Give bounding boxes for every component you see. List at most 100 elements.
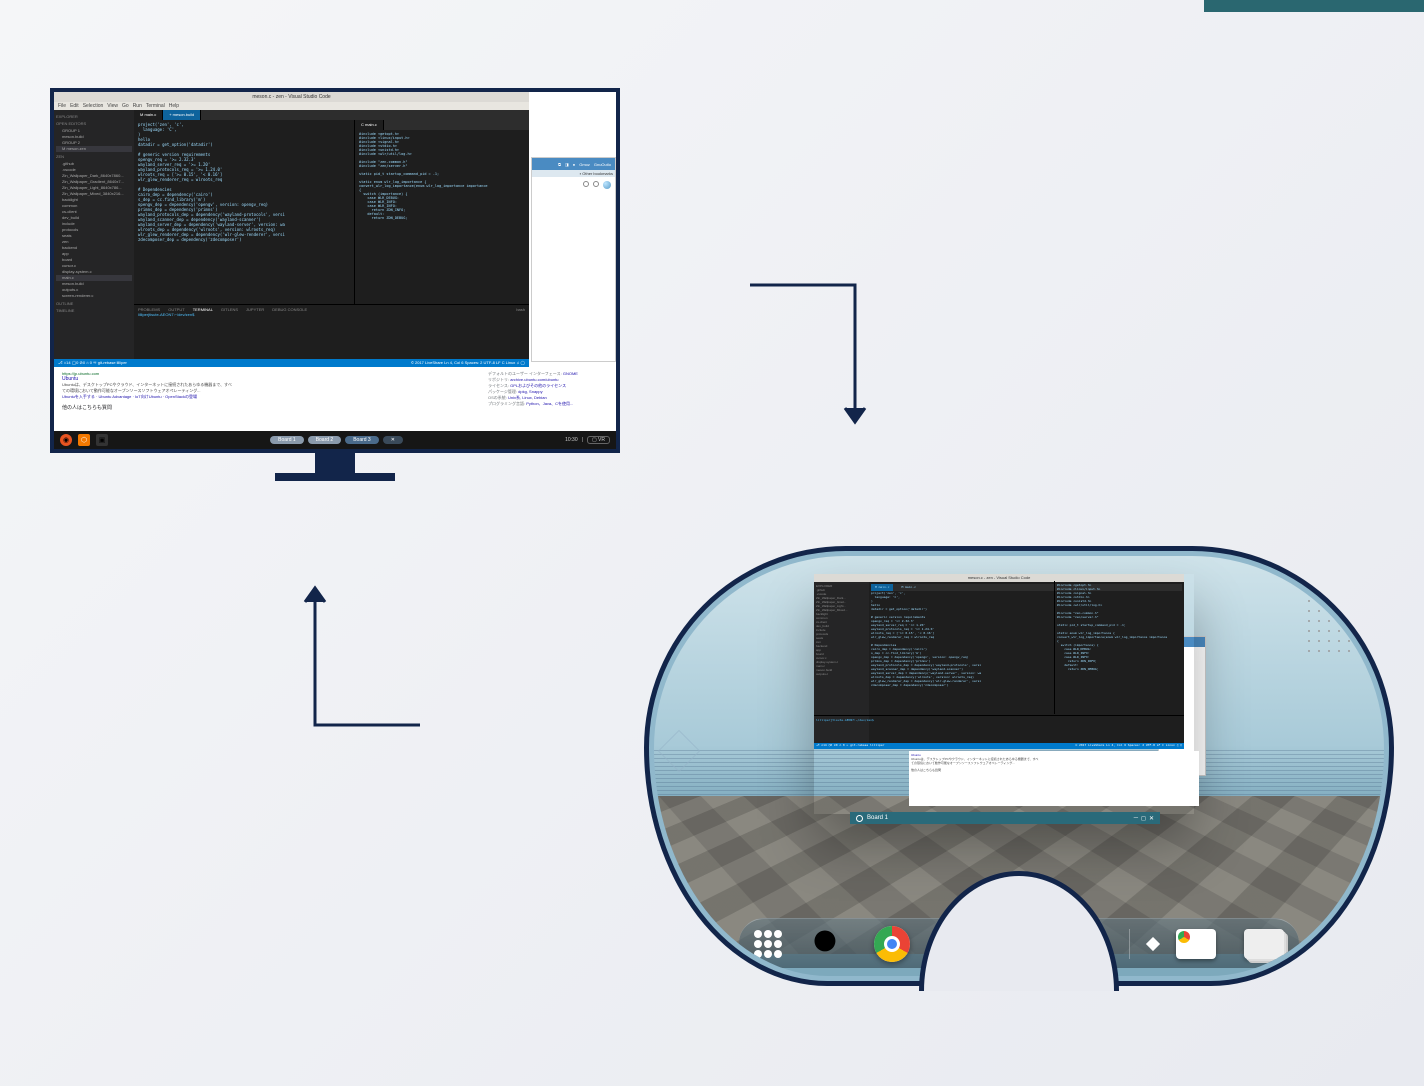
browser-extension[interactable]: GnuOutlo xyxy=(594,162,611,167)
outline-label[interactable]: OUTLINE xyxy=(56,301,132,306)
menu-selection[interactable]: Selection xyxy=(83,103,104,109)
vr-statusbar-right: © 2017 LiveShare Ln 4, Col 6 Spaces: 2 U… xyxy=(1075,743,1182,749)
menu-view[interactable]: View xyxy=(107,103,118,109)
kg-value[interactable]: archive.ubuntu.com/ubuntu xyxy=(510,377,558,382)
board-button[interactable]: Board 2 xyxy=(308,436,342,444)
vr-people-also-ask[interactable]: 他の人はこちらも質問 xyxy=(911,768,1197,772)
kg-value[interactable]: GPLおよびその他のライセンス xyxy=(510,383,566,388)
close-icon[interactable]: ✕ xyxy=(1149,815,1154,822)
vr-tab[interactable]: M main.c xyxy=(871,584,893,591)
editor-tabs-right: C main.c xyxy=(355,120,529,130)
apps-icon[interactable] xyxy=(593,181,599,187)
menu-help[interactable]: Help xyxy=(169,103,179,109)
vr-decor-dots xyxy=(1304,596,1384,656)
menu-edit[interactable]: Edit xyxy=(70,103,79,109)
browser-window-behind[interactable]: ⧉ ◨ ● Gmoz GnuOutlo ▪ Other bookmarks xyxy=(531,157,616,362)
running-app-stack[interactable] xyxy=(1244,929,1284,959)
vscode-explorer: EXPLORER OPEN EDITORS GROUP 1 meson.buil… xyxy=(54,110,134,359)
kg-value[interactable]: Python、Java、Cを使用... xyxy=(526,401,573,406)
result-links[interactable]: Ubuntuを入手する · Ubuntu Advantage · IoT向けUb… xyxy=(62,394,468,400)
blender-icon[interactable]: ⬡ xyxy=(78,434,90,446)
menu-go[interactable]: Go xyxy=(122,103,129,109)
vr-tab[interactable]: M main.c xyxy=(897,584,919,591)
editor-tab[interactable]: C main.c xyxy=(355,120,384,130)
terminal-tab[interactable]: DEBUG CONSOLE xyxy=(272,307,307,312)
tray-separator: | xyxy=(582,437,583,443)
vscode-window[interactable]: meson.c - zen - Visual Studio Code File … xyxy=(54,92,529,367)
minimize-icon[interactable]: ─ xyxy=(1134,815,1138,822)
open-file-active[interactable]: M meson.zen xyxy=(56,146,132,152)
editor-tab[interactable]: M main.c xyxy=(134,110,163,120)
statusbar-left[interactable]: ⎇ ⌂14 ◯0 ⊘0 ⌂ 0 ♾ git-rebase lilliper xyxy=(58,359,127,367)
vr-statusbar: ⎇ ⌂14 ◯0 ⊘0 ⌂ 0 ♾ git-rebase lilliper © … xyxy=(814,743,1184,749)
people-also-ask[interactable]: 他の人はこちらも質問 xyxy=(62,404,468,411)
vr-toggle[interactable]: ▢ VR xyxy=(587,436,610,444)
monitor-base xyxy=(275,473,395,481)
window-controls: ─ ◻ ✕ xyxy=(1134,815,1154,822)
statusbar-right[interactable]: © 2017 LiveShare Ln 4, Col 6 Spaces: 2 U… xyxy=(411,359,525,367)
browser-header xyxy=(532,177,615,199)
board-button[interactable]: Board 1 xyxy=(270,436,304,444)
vr-tree: .github.vscodeZin_Wallpaper_Dark...Zin_W… xyxy=(816,588,867,676)
menu-run[interactable]: Run xyxy=(133,103,142,109)
vr-code-right[interactable]: #include <getopt.h> #include <linux/inpu… xyxy=(1054,581,1184,714)
browser-tool-icon[interactable]: ◨ xyxy=(565,162,569,167)
kg-label: リポジトリ: xyxy=(488,377,509,382)
vr-browser-content[interactable]: Ubuntu Ubuntuは、デスクトップPCやクラウド、インターネットに接続さ… xyxy=(909,751,1199,806)
dock-active-indicator xyxy=(1146,936,1160,950)
editor-tab[interactable]: + meson.build xyxy=(163,110,201,120)
board-title: Board 1 xyxy=(867,815,888,821)
board-close-button[interactable]: ✕ xyxy=(383,436,403,444)
tree-item[interactable]: screen-renderer.c xyxy=(56,293,132,299)
vr-headset: meson.c - zen - Visual Studio Code EXPLO… xyxy=(644,546,1394,986)
vscode-titlebar: meson.c - zen - Visual Studio Code xyxy=(54,92,529,102)
board-button-active[interactable]: Board 3 xyxy=(345,436,379,444)
kg-label: OSの系統: xyxy=(488,395,507,400)
avatar[interactable] xyxy=(603,181,611,189)
vr-board-titlebar[interactable]: Board 1 ─ ◻ ✕ xyxy=(850,812,1160,824)
kg-value[interactable]: GNOME xyxy=(563,371,578,376)
menu-file[interactable]: File xyxy=(58,103,66,109)
clock: 10:30 xyxy=(565,437,578,443)
terminal-tab-active[interactable]: TERMINAL xyxy=(193,307,213,312)
kg-value[interactable]: Unix系, Linux, Debian xyxy=(508,395,547,400)
vr-vscode-window[interactable]: meson.c - zen - Visual Studio Code EXPLO… xyxy=(814,574,1184,749)
browser-extension[interactable]: Gmoz xyxy=(579,162,590,167)
browser-tool-icon[interactable]: ● xyxy=(573,162,575,167)
taskbar: ◉ ⬡ ▣ Board 1 Board 2 Board 3 ✕ 10:30 | … xyxy=(54,431,616,449)
open-editors-label[interactable]: OPEN EDITORS xyxy=(56,121,132,126)
vscode-editor-area: M main.c + meson.build project('zen', 'c… xyxy=(134,110,529,359)
terminal-tab[interactable]: GITLENS xyxy=(221,307,238,312)
search-result[interactable]: https://jp.ubuntu.com Ubuntu Ubuntuは、デスク… xyxy=(62,371,468,429)
bookmarks-bar[interactable]: ▪ Other bookmarks xyxy=(532,170,615,177)
running-app-chrome[interactable] xyxy=(1176,929,1216,959)
kg-value[interactable]: dpkg, Snappy xyxy=(518,389,542,394)
chrome-icon[interactable] xyxy=(874,926,910,962)
arrow-down-right xyxy=(745,280,875,440)
knowledge-panel: デフォルトのユーザー インターフェース: GNOME リポジトリ: archiv… xyxy=(488,371,608,429)
kg-label: ライセンス: xyxy=(488,383,509,388)
browser-tool-icon[interactable]: ⧉ xyxy=(558,162,561,167)
browser-toolbar: ⧉ ◨ ● Gmoz GnuOutlo xyxy=(532,158,615,170)
kg-label: デフォルトのユーザー インターフェース: xyxy=(488,371,562,376)
code-editor-right[interactable]: #include <getopt.h> #include <linux/inpu… xyxy=(355,130,529,222)
monitor-screen: ⧉ ◨ ● Gmoz GnuOutlo ▪ Other bookmarks me… xyxy=(50,88,620,453)
vscode-statusbar: ⎇ ⌂14 ◯0 ⊘0 ⌂ 0 ♾ git-rebase lilliper © … xyxy=(54,359,529,367)
terminal-shell[interactable]: bash xyxy=(516,307,525,312)
apps-grid-icon[interactable] xyxy=(754,930,782,958)
timeline-label[interactable]: TIMELINE xyxy=(56,308,132,313)
grid-icon[interactable] xyxy=(583,181,589,187)
workspace-label[interactable]: ZEN xyxy=(56,154,132,159)
vr-vscode-editor[interactable]: M main.c M main.c project('zen', 'c', la… xyxy=(869,582,1184,749)
vr-terminal[interactable]: lilliperjtisute-AEON7:~/dev/zen$ xyxy=(814,715,1184,743)
search-icon[interactable] xyxy=(810,926,846,962)
vscode-terminal-panel: PROBLEMS OUTPUT TERMINAL GITLENS JUPYTER… xyxy=(134,304,529,359)
board-switcher: Board 1 Board 2 Board 3 ✕ xyxy=(114,436,559,444)
terminal-tab[interactable]: JUPYTER xyxy=(246,307,264,312)
menu-terminal[interactable]: Terminal xyxy=(146,103,165,109)
terminal-icon[interactable]: ▣ xyxy=(96,434,108,446)
terminal-content[interactable]: lilliperjtisute-AEON7:~/dev/zen$ xyxy=(138,312,525,317)
maximize-icon[interactable]: ◻ xyxy=(1141,815,1146,822)
terminal-prompt: lilliperjtisute-AEON7:~/dev/zen$ xyxy=(138,312,194,317)
ubuntu-icon[interactable]: ◉ xyxy=(60,434,72,446)
